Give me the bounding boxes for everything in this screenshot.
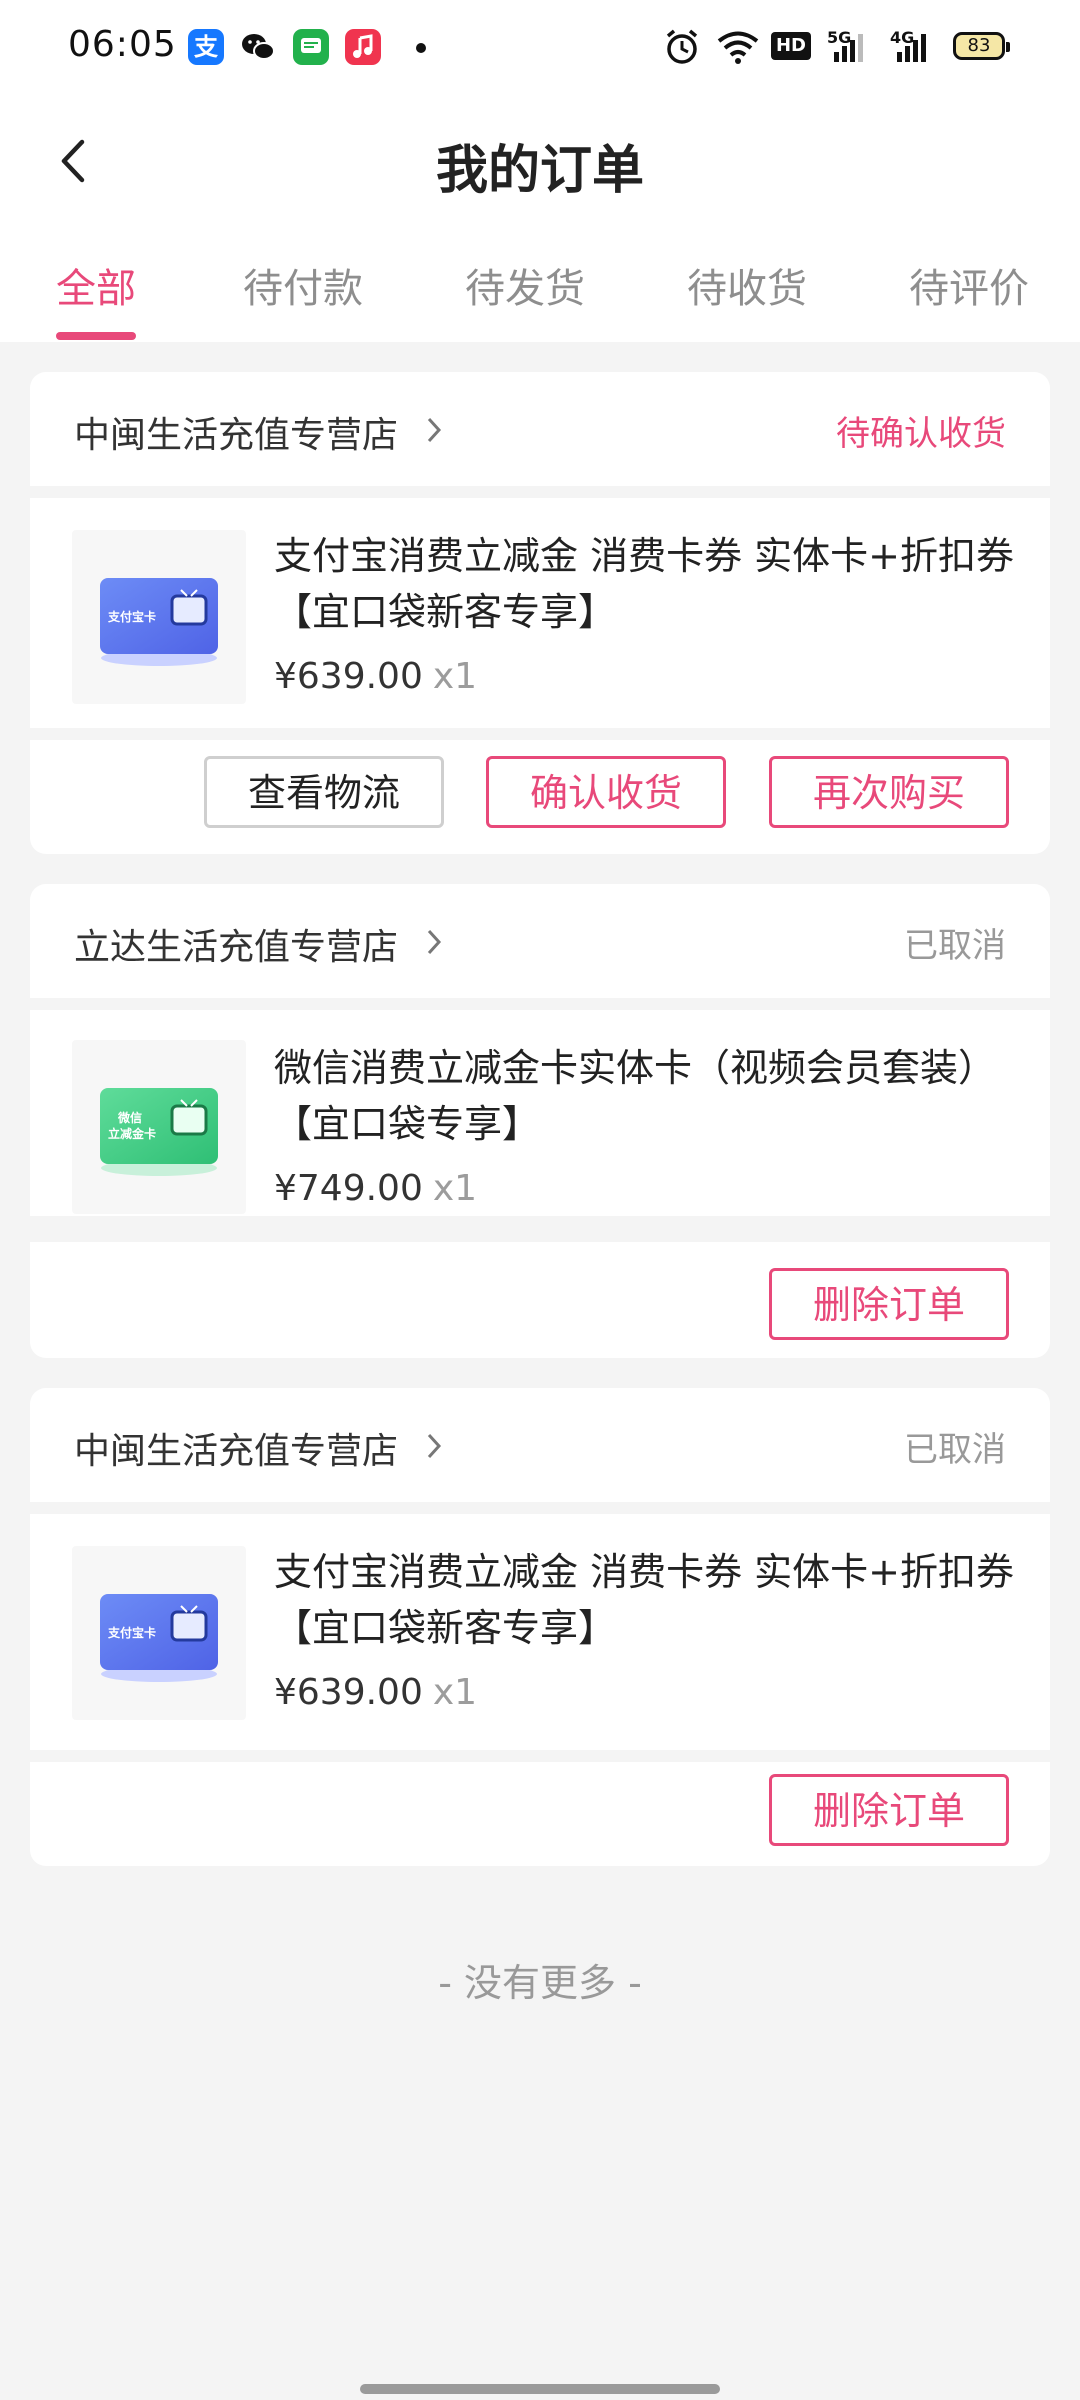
product-name[interactable]: 支付宝消费立减金 消费卡券 实体卡+折扣券【宜口袋新客专享】	[274, 1544, 1024, 1656]
order-header: 中闽生活充值专营店 已取消	[30, 1388, 1050, 1502]
wechat-card-image: 微信 立减金卡	[100, 1088, 218, 1176]
card-label-line1: 微信	[117, 1110, 142, 1125]
card-label-line2: 立减金卡	[108, 1126, 156, 1141]
page-title: 我的订单	[435, 141, 644, 201]
order-tabs: 全部 待付款 待发货 待收货 待评价	[0, 246, 1080, 342]
wechat-icon	[240, 29, 276, 65]
product-thumbnail[interactable]: 支付宝卡	[72, 1546, 246, 1720]
card-label: 支付宝卡	[107, 1625, 156, 1640]
product-price-line: ¥749.00 x1	[274, 1168, 477, 1209]
tab-pending-receipt[interactable]: 待收货	[687, 256, 807, 314]
order-card[interactable]: 中闽生活充值专营店 待确认收货 支付宝卡 支付宝消费立减金 消费卡券 实体卡+折…	[30, 372, 1050, 854]
product-name[interactable]: 支付宝消费立减金 消费卡券 实体卡+折扣券【宜口袋新客专享】	[274, 528, 1024, 640]
messages-icon	[293, 29, 329, 65]
product-price-line: ¥639.00 x1	[274, 656, 477, 697]
product-price: ¥749.00	[274, 1168, 423, 1209]
chevron-right-icon	[427, 417, 442, 443]
wifi-icon	[717, 31, 759, 64]
alipay-card-image: 支付宝卡	[100, 1594, 218, 1682]
battery-icon: 83	[953, 32, 1010, 60]
home-indicator[interactable]	[360, 2384, 720, 2394]
store-name[interactable]: 中闽生活充值专营店	[74, 406, 398, 458]
buy-again-button[interactable]: 再次购买	[769, 756, 1009, 828]
order-status: 已取消	[904, 926, 1006, 966]
signal-5g-icon	[834, 34, 863, 62]
divider	[30, 1750, 1050, 1762]
tab-pending-review[interactable]: 待评价	[909, 256, 1029, 314]
card-label: 支付宝卡	[107, 609, 156, 624]
divider	[30, 486, 1050, 498]
product-name[interactable]: 微信消费立减金卡实体卡（视频会员套装）【宜口袋专享】	[274, 1040, 1024, 1152]
order-card[interactable]: 立达生活充值专营店 已取消 微信 立减金卡 微信消费立减金卡实体卡（视频会员套装…	[30, 884, 1050, 1358]
alarm-icon	[666, 29, 698, 64]
chevron-right-icon	[427, 1433, 442, 1459]
product-price: ¥639.00	[274, 1672, 423, 1713]
product-thumbnail[interactable]: 支付宝卡	[72, 530, 246, 704]
product-thumbnail[interactable]: 微信 立减金卡	[72, 1040, 246, 1214]
store-name[interactable]: 立达生活充值专营店	[74, 918, 398, 970]
order-status: 已取消	[904, 1430, 1006, 1470]
tab-all[interactable]: 全部	[56, 256, 136, 314]
divider	[30, 728, 1050, 740]
order-status: 待确认收货	[836, 414, 1006, 454]
chevron-right-icon	[427, 929, 442, 955]
product-quantity: x1	[432, 1168, 478, 1209]
product-price-line: ¥639.00 x1	[274, 1672, 477, 1713]
page-header: 我的订单 全部 待付款 待发货 待收货 待评价	[0, 96, 1080, 342]
status-time: 06:05	[68, 24, 177, 65]
music-icon	[345, 29, 381, 65]
store-name[interactable]: 中闽生活充值专营店	[74, 1422, 398, 1474]
order-card[interactable]: 中闽生活充值专营店 已取消 支付宝卡 支付宝消费立减金 消费卡券 实体卡+折扣券…	[30, 1388, 1050, 1866]
product-quantity: x1	[432, 1672, 478, 1713]
order-header: 立达生活充值专营店 已取消	[30, 884, 1050, 998]
order-header: 中闽生活充值专营店 待确认收货	[30, 372, 1050, 486]
divider	[30, 998, 1050, 1010]
product-price: ¥639.00	[274, 656, 423, 697]
delete-order-button[interactable]: 删除订单	[769, 1268, 1009, 1340]
confirm-receipt-button[interactable]: 确认收货	[486, 756, 726, 828]
end-of-list-text: - 没有更多 -	[438, 1961, 642, 2005]
status-bar: 06:05 支 HD 5G 4G 83	[0, 0, 1080, 96]
divider	[30, 1502, 1050, 1514]
hd-badge: HD	[771, 32, 811, 60]
divider	[30, 1216, 1050, 1242]
active-tab-indicator	[56, 332, 136, 340]
notification-dot-icon	[416, 43, 426, 53]
tab-pending-shipment[interactable]: 待发货	[465, 256, 585, 314]
tab-pending-payment[interactable]: 待付款	[243, 256, 363, 314]
delete-order-button[interactable]: 删除订单	[769, 1774, 1009, 1846]
product-quantity: x1	[432, 656, 478, 697]
signal-4g-icon	[897, 34, 926, 62]
alipay-icon: 支	[188, 29, 224, 65]
alipay-card-image: 支付宝卡	[100, 578, 218, 666]
view-logistics-button[interactable]: 查看物流	[204, 756, 444, 828]
